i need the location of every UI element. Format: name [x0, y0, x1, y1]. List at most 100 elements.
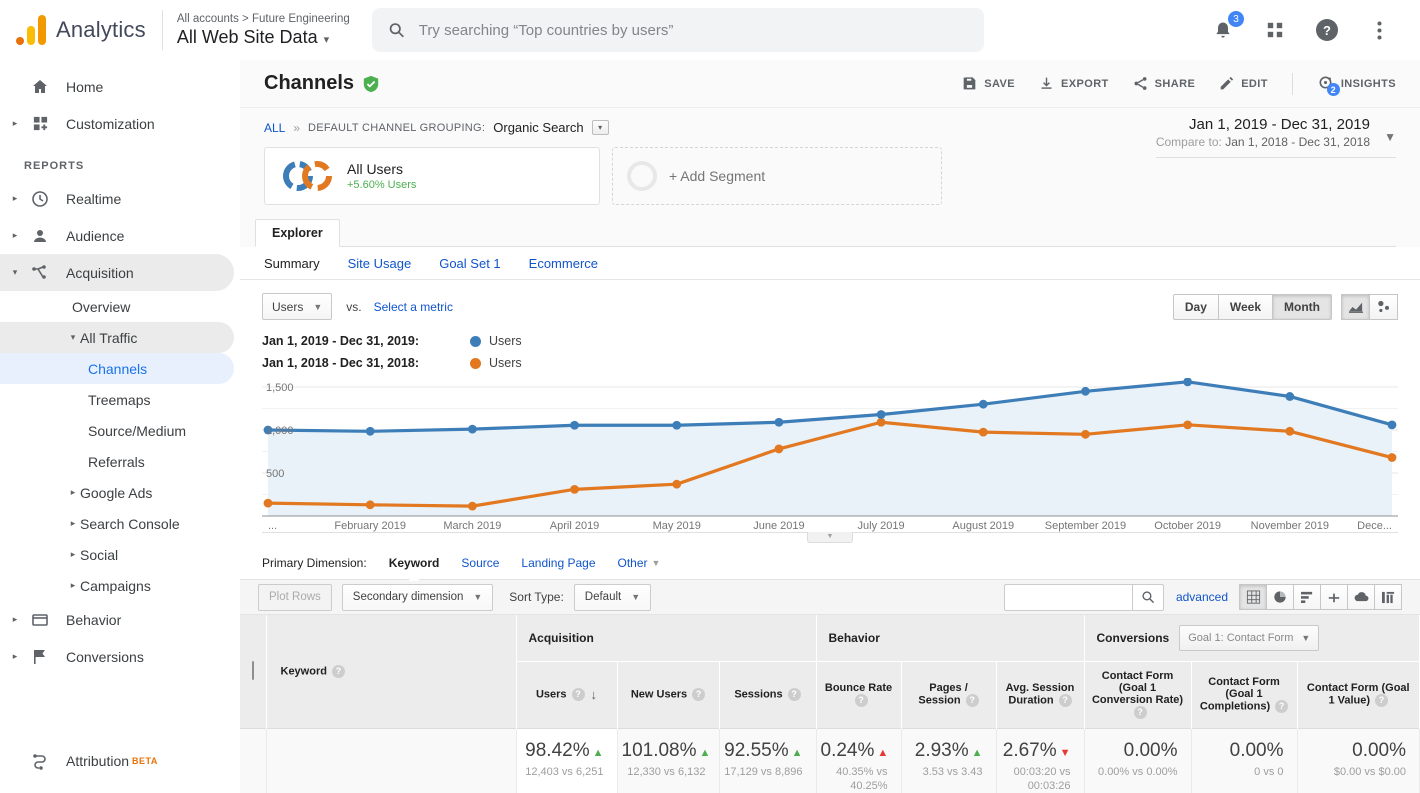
- summary-goal-conversion-rate: 0.00% 0.00% vs 0.00%: [1084, 728, 1191, 793]
- sidebar-item-overview[interactable]: Overview: [0, 291, 240, 322]
- table-grid-icon: [1246, 590, 1261, 604]
- behavior-icon: [30, 610, 50, 630]
- sidebar-item-channels[interactable]: Channels: [0, 353, 234, 384]
- sidebar-item-search-console[interactable]: Search Console: [0, 508, 240, 539]
- column-header-goal-completions[interactable]: Contact Form (Goal 1 Completions): [1191, 661, 1297, 728]
- sidebar-item-social[interactable]: Social: [0, 539, 240, 570]
- term-cloud-view-button[interactable]: [1347, 584, 1375, 610]
- percent-view-button[interactable]: [1266, 584, 1294, 610]
- table-search-button[interactable]: [1132, 584, 1164, 611]
- sidebar-item-treemaps[interactable]: Treemaps: [0, 384, 240, 415]
- sidebar-item-customization[interactable]: Customization: [0, 105, 240, 142]
- notifications-button[interactable]: 3: [1210, 17, 1236, 43]
- breadcrumb-all-link[interactable]: ALL: [264, 121, 285, 135]
- motion-chart-button[interactable]: [1369, 294, 1398, 320]
- select-metric-link[interactable]: Select a metric: [374, 300, 453, 314]
- global-search[interactable]: [372, 8, 984, 52]
- add-segment-button[interactable]: + Add Segment: [612, 147, 942, 205]
- dimension-landing-page[interactable]: Landing Page: [521, 556, 595, 570]
- share-button[interactable]: SHARE: [1133, 76, 1196, 91]
- help-icon[interactable]: [572, 688, 585, 701]
- tab-explorer[interactable]: Explorer: [255, 219, 340, 247]
- granularity-month-button[interactable]: Month: [1272, 294, 1332, 320]
- property-selector[interactable]: All Web Site Data: [177, 26, 350, 49]
- help-icon[interactable]: [1134, 706, 1147, 719]
- help-icon[interactable]: [692, 688, 705, 701]
- column-header-pages-session[interactable]: Pages / Session: [901, 661, 996, 728]
- sidebar-item-all-traffic[interactable]: All Traffic: [0, 322, 234, 353]
- logo-bar-tall: [38, 15, 46, 45]
- date-range-selector[interactable]: Jan 1, 2019 - Dec 31, 2019 Compare to: J…: [1156, 116, 1396, 158]
- sidebar-item-label: Search Console: [80, 516, 180, 532]
- export-button[interactable]: EXPORT: [1039, 76, 1109, 91]
- help-icon[interactable]: [788, 688, 801, 701]
- dimension-source[interactable]: Source: [461, 556, 499, 570]
- column-header-goal-conversion-rate[interactable]: Contact Form (Goal 1 Conversion Rate): [1084, 661, 1191, 728]
- column-header-bounce-rate[interactable]: Bounce Rate: [816, 661, 901, 728]
- help-icon[interactable]: [1275, 700, 1288, 713]
- motion-chart-icon: [1376, 300, 1391, 314]
- column-header-users[interactable]: Users: [516, 661, 617, 728]
- sidebar-item-source-medium[interactable]: Source/Medium: [0, 415, 240, 446]
- summary-new-users: 101.08%▲ 12,330 vs 6,132: [617, 728, 719, 793]
- sidebar-item-realtime[interactable]: Realtime: [0, 180, 240, 217]
- svg-text:October 2019: October 2019: [1154, 520, 1221, 532]
- metric-dropdown[interactable]: Users ▼: [262, 293, 332, 320]
- data-view-button[interactable]: [1239, 584, 1267, 610]
- sort-type-dropdown[interactable]: Default ▼: [574, 584, 651, 611]
- sidebar-item-audience[interactable]: Audience: [0, 217, 240, 254]
- column-header-goal-value[interactable]: Contact Form (Goal 1 Value): [1297, 661, 1419, 728]
- svg-text:February 2019: February 2019: [334, 520, 406, 532]
- sidebar-item-campaigns[interactable]: Campaigns: [0, 570, 240, 601]
- sidebar-item-home[interactable]: Home: [0, 68, 240, 105]
- insights-button[interactable]: 2 INSIGHTS: [1317, 75, 1396, 92]
- analytics-logo-icon[interactable]: [16, 15, 46, 45]
- advanced-search-link[interactable]: advanced: [1176, 590, 1228, 604]
- svg-text:Dece...: Dece...: [1357, 520, 1392, 532]
- sidebar-item-acquisition[interactable]: Acquisition: [0, 254, 234, 291]
- granularity-day-button[interactable]: Day: [1173, 294, 1219, 320]
- search-input[interactable]: [419, 22, 968, 39]
- help-icon[interactable]: [966, 694, 979, 707]
- segment-all-users[interactable]: All Users +5.60% Users: [264, 147, 600, 205]
- subtab-summary[interactable]: Summary: [264, 256, 320, 271]
- column-header-new-users[interactable]: New Users: [617, 661, 719, 728]
- report-header-bar: Channels SAVE EXPORT SHARE: [240, 60, 1420, 108]
- subtab-site-usage[interactable]: Site Usage: [348, 256, 412, 271]
- pivot-view-button[interactable]: [1374, 584, 1402, 610]
- sidebar-item-behavior[interactable]: Behavior: [0, 601, 240, 638]
- secondary-dimension-dropdown[interactable]: Secondary dimension ▼: [342, 584, 494, 611]
- plot-rows-button[interactable]: Plot Rows: [258, 584, 332, 611]
- grouping-dropdown[interactable]: ▾: [592, 120, 609, 135]
- help-icon[interactable]: [1375, 694, 1388, 707]
- save-button[interactable]: SAVE: [962, 76, 1015, 91]
- column-header-avg-session-duration[interactable]: Avg. Session Duration: [996, 661, 1084, 728]
- help-icon[interactable]: [332, 665, 345, 678]
- performance-view-button[interactable]: [1293, 584, 1321, 610]
- help-button[interactable]: ?: [1314, 17, 1340, 43]
- select-all-checkbox[interactable]: [252, 661, 254, 680]
- goal-selector-dropdown[interactable]: Goal 1: Contact Form ▼: [1179, 625, 1319, 651]
- keyword-column-header[interactable]: Keyword: [266, 615, 516, 728]
- sidebar-item-attribution[interactable]: Attribution BETA: [0, 742, 240, 779]
- sidebar-item-referrals[interactable]: Referrals: [0, 446, 240, 477]
- apps-button[interactable]: [1262, 17, 1288, 43]
- account-breadcrumb[interactable]: All accounts > Future Engineering: [177, 12, 350, 26]
- column-header-sessions[interactable]: Sessions: [719, 661, 816, 728]
- help-icon[interactable]: [1059, 694, 1072, 707]
- subtab-goal-set-1[interactable]: Goal Set 1: [439, 256, 500, 271]
- table-search-input[interactable]: [1004, 584, 1132, 611]
- comparison-view-button[interactable]: [1320, 584, 1348, 610]
- subtab-ecommerce[interactable]: Ecommerce: [529, 256, 598, 271]
- traffic-chart[interactable]: 5001,0001,500...February 2019March 2019A…: [262, 378, 1398, 532]
- help-icon[interactable]: [855, 694, 868, 707]
- sidebar-item-google-ads[interactable]: Google Ads: [0, 477, 240, 508]
- chart-collapse-handle[interactable]: ▼: [807, 532, 853, 543]
- line-chart-button[interactable]: [1341, 294, 1370, 320]
- sidebar-item-conversions[interactable]: Conversions: [0, 638, 240, 675]
- more-menu-button[interactable]: [1366, 17, 1392, 43]
- dimension-other[interactable]: Other: [618, 556, 648, 570]
- edit-button[interactable]: EDIT: [1219, 76, 1268, 91]
- granularity-week-button[interactable]: Week: [1218, 294, 1273, 320]
- dimension-keyword[interactable]: Keyword: [389, 556, 440, 570]
